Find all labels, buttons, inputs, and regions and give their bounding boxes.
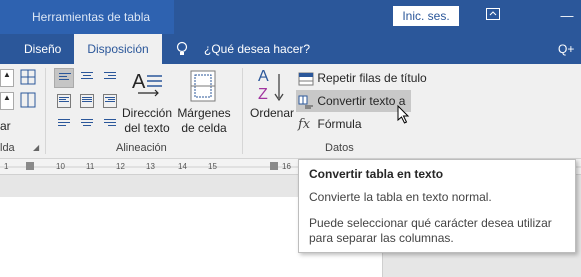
text-direction-label-2: del texto — [124, 121, 170, 135]
cell-margins-label-2: de celda — [181, 121, 227, 135]
sort-icon[interactable]: A Z — [258, 68, 288, 106]
ruler-mark: 12 — [116, 162, 125, 171]
sort-letter-a: A — [258, 68, 269, 85]
convert-to-text-icon — [298, 95, 313, 109]
width-spinner[interactable]: ▲ — [0, 92, 14, 110]
align-top-left-button[interactable] — [54, 68, 74, 88]
ruler-column-marker[interactable] — [270, 162, 278, 170]
tab-design[interactable]: Diseño — [24, 34, 61, 64]
spinner-up-icon[interactable]: ▲ — [3, 70, 11, 79]
cell-margins-icon[interactable] — [190, 70, 216, 105]
spinner-up-icon[interactable]: ▲ — [3, 93, 11, 102]
repeat-header-rows-label: Repetir filas de título — [317, 71, 427, 85]
mouse-cursor-icon — [397, 104, 411, 128]
align-top-left-icon — [59, 73, 71, 84]
cell-margins-label-1: Márgenes — [177, 106, 231, 120]
ruler-mark: 15 — [208, 162, 217, 171]
ruler-mark: 11 — [86, 162, 95, 171]
convert-to-text-button[interactable]: Convertir texto a — [296, 90, 411, 112]
ruler-mark: 14 — [178, 162, 187, 171]
align-bottom-left-button[interactable] — [54, 115, 74, 135]
align-middle-left-icon — [57, 94, 71, 108]
cell-margins-button[interactable]: Márgenes de celda — [176, 106, 232, 136]
table-tools-header: Herramientas de tabla — [0, 0, 174, 34]
group-separator — [45, 68, 46, 154]
align-middle-center-button[interactable] — [77, 91, 97, 111]
text-direction-label-1: Dirección — [122, 106, 173, 120]
align-bottom-left-icon — [58, 119, 70, 130]
ribbon-display-options-icon[interactable] — [482, 6, 504, 26]
tell-me-search[interactable]: ¿Qué desea hacer? — [204, 34, 310, 64]
lightbulb-icon — [176, 34, 190, 64]
alignment-group-label: Alineación — [116, 142, 167, 154]
autofit-dropdown[interactable]: ar — [0, 119, 11, 133]
minimize-icon[interactable]: — — [556, 6, 578, 26]
repeat-header-rows-button[interactable]: Repetir filas de título — [298, 67, 431, 89]
ruler-mark: 16 — [282, 162, 291, 171]
table-tools-label: Herramientas de tabla — [32, 10, 151, 24]
ruler-mark: 10 — [56, 162, 65, 171]
tooltip-title: Convertir tabla en texto — [309, 167, 444, 181]
cell-size-group-label: lda — [0, 142, 15, 154]
ribbon-tab-row: Diseño Disposición ¿Qué desea hacer? Q+ — [0, 34, 581, 64]
formula-label: Fórmula — [317, 117, 362, 131]
align-top-center-button[interactable] — [77, 68, 97, 88]
ruler-mark: 1 — [4, 162, 9, 171]
tooltip: Convertir tabla en texto Convierte la ta… — [298, 159, 576, 253]
align-middle-right-icon — [103, 94, 117, 108]
formula-button[interactable]: fx Fórmula — [298, 113, 362, 135]
distribute-rows-icon[interactable] — [20, 69, 36, 88]
text-direction-icon[interactable]: A — [130, 68, 164, 101]
tooltip-detail: Puede seleccionar qué carácter desea uti… — [309, 216, 552, 245]
ribbon: ▲ ▲ ar lda ◢ A Dirección del texto Márge… — [0, 64, 581, 159]
tooltip-description: Convierte la tabla en texto normal. — [309, 190, 492, 204]
height-spinner[interactable]: ▲ — [0, 69, 14, 87]
group-separator — [242, 68, 243, 154]
data-group-label: Datos — [325, 142, 354, 154]
ruler-column-marker[interactable] — [26, 162, 34, 170]
sort-letter-z: Z — [258, 86, 268, 103]
dialog-launcher-icon[interactable]: ◢ — [33, 143, 39, 152]
title-bar: Herramientas de tabla Inic. ses. — — [0, 0, 581, 34]
tab-layout[interactable]: Disposición — [74, 34, 162, 64]
distribute-columns-icon[interactable] — [20, 92, 36, 111]
align-top-right-icon — [104, 72, 116, 83]
align-top-center-icon — [81, 72, 93, 83]
repeat-header-icon — [298, 72, 314, 86]
align-middle-left-button[interactable] — [54, 91, 74, 111]
align-bottom-right-button[interactable] — [100, 115, 120, 135]
convert-to-text-label: Convertir texto a — [317, 94, 406, 108]
align-top-right-button[interactable] — [100, 68, 120, 88]
text-direction-button[interactable]: Dirección del texto — [122, 106, 172, 136]
align-bottom-center-icon — [81, 119, 93, 130]
sign-in-button[interactable]: Inic. ses. — [393, 6, 459, 26]
align-middle-center-icon — [80, 94, 94, 108]
share-icon[interactable]: Q+ — [558, 34, 574, 64]
sort-button[interactable]: Ordenar — [249, 106, 295, 121]
formula-icon: fx — [298, 117, 311, 132]
align-bottom-right-icon — [104, 119, 116, 130]
align-middle-right-button[interactable] — [100, 91, 120, 111]
align-bottom-center-button[interactable] — [77, 115, 97, 135]
ruler-mark: 13 — [146, 162, 155, 171]
svg-text:A: A — [132, 71, 146, 93]
